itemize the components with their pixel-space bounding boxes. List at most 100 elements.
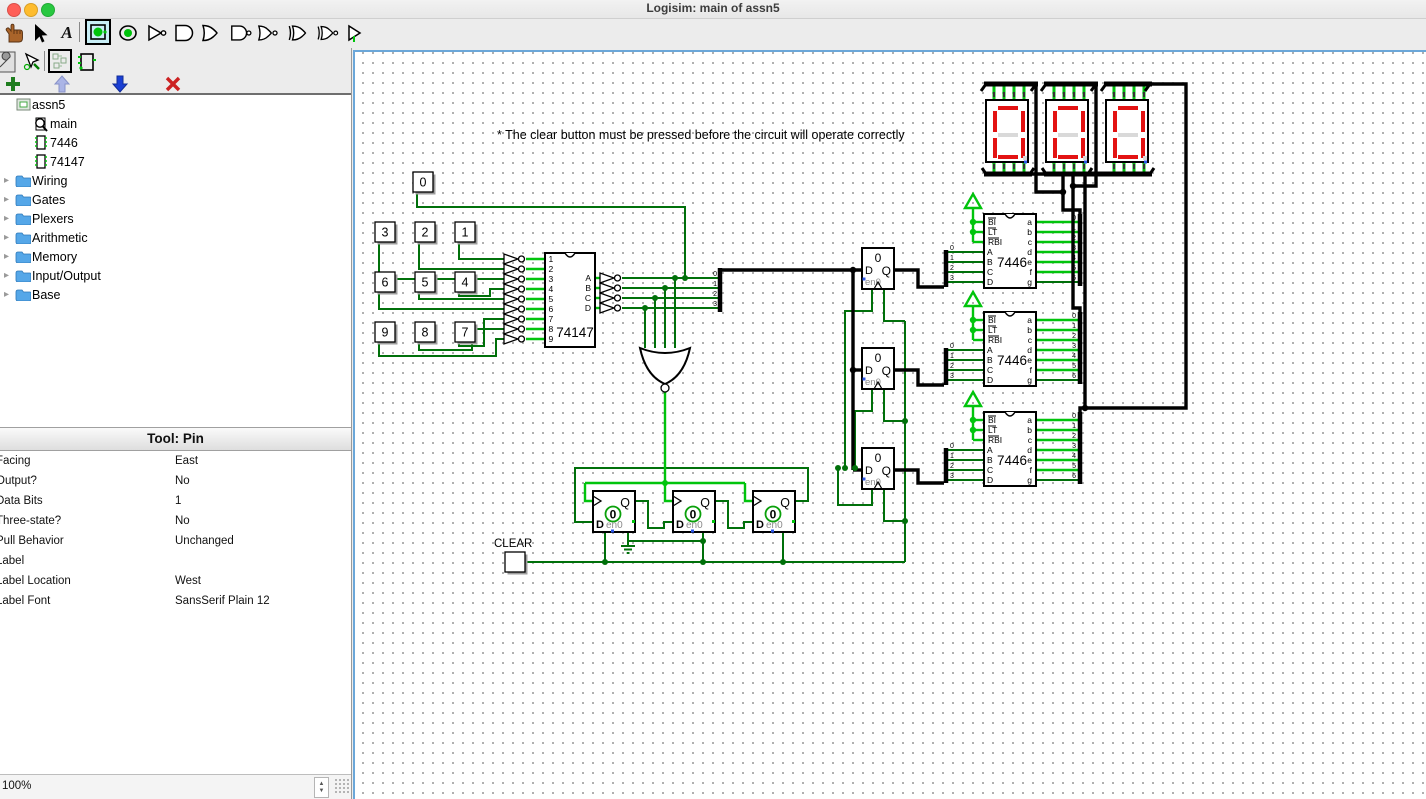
tree-item-project[interactable]: assn5 <box>0 95 351 114</box>
xnor-gate-tool-button[interactable] <box>316 21 340 45</box>
ic-7446-3[interactable]: BI LT RBI A B C D a b c d e f g 7446 <box>983 411 1037 487</box>
svg-text:a: a <box>1027 315 1032 325</box>
tree-item-label: Base <box>32 287 61 302</box>
tree-item-library-plexers[interactable]: ▸ Plexers <box>0 209 351 228</box>
tree-item-library-input-output[interactable]: ▸ Input/Output <box>0 266 351 285</box>
button-9[interactable]: 9 <box>374 321 398 345</box>
nor-gate-tool-button[interactable] <box>257 21 281 45</box>
close-window-button[interactable] <box>7 2 21 17</box>
attribute-value[interactable]: No <box>175 511 190 531</box>
ic-7446-2[interactable]: BI LT RBI A B C D a b c d e f g 7446 <box>983 311 1037 387</box>
edit-tool-button[interactable] <box>28 21 52 45</box>
svg-text:Q: Q <box>700 496 710 510</box>
svg-text:Q: Q <box>780 496 790 510</box>
button-7[interactable]: 7 <box>454 321 478 345</box>
attribute-panel: Tool: Pin Facing East Output? No Data Bi… <box>0 427 351 611</box>
svg-text:A: A <box>987 247 993 257</box>
svg-text:D: D <box>865 365 873 377</box>
button-2[interactable]: 2 <box>414 221 438 245</box>
nand-gate-tool-button[interactable] <box>229 21 253 45</box>
text-tool-button[interactable]: A <box>55 21 79 45</box>
svg-text:d: d <box>1027 247 1032 257</box>
tree-item-label: Plexers <box>32 211 74 226</box>
minimize-window-button[interactable] <box>24 2 38 17</box>
svg-text:1: 1 <box>950 353 954 360</box>
attribute-label: Label Location <box>0 575 71 587</box>
button-1[interactable]: 1 <box>454 221 478 245</box>
chevron-right-icon[interactable]: ▸ <box>4 213 14 224</box>
register-2[interactable]: 0 D Q en0 <box>861 347 895 390</box>
ic-7446-1[interactable]: BI LT RBI A B C D a b c d e f g 7446 <box>983 213 1037 289</box>
button-6[interactable]: 6 <box>374 271 398 295</box>
poke-cursor-icon[interactable] <box>20 50 44 74</box>
svg-text:2: 2 <box>950 463 954 470</box>
button-5[interactable]: 5 <box>414 271 438 295</box>
wrench-icon[interactable] <box>0 50 17 74</box>
resize-grip-icon[interactable] <box>334 778 349 795</box>
subcircuit-icon <box>32 135 50 150</box>
attribute-value[interactable]: No <box>175 471 190 491</box>
tree-item-library-arithmetic[interactable]: ▸ Arithmetic <box>0 228 351 247</box>
ic-label: 7446 <box>997 255 1027 270</box>
tree-item-circuit-74147[interactable]: 74147 <box>0 152 351 171</box>
attribute-value[interactable]: SansSerif Plain 12 <box>175 591 270 611</box>
and-gate-tool-button[interactable] <box>172 21 196 45</box>
poke-tool-button[interactable] <box>2 21 26 45</box>
buffer-tool-button[interactable] <box>344 21 368 45</box>
tree-item-library-memory[interactable]: ▸ Memory <box>0 247 351 266</box>
chevron-right-icon[interactable]: ▸ <box>4 232 14 243</box>
attribute-panel-filler <box>0 609 351 775</box>
input-pin-tool-button-selected[interactable] <box>85 19 111 45</box>
nand-gate-icon <box>231 25 252 41</box>
attribute-value[interactable]: 1 <box>175 491 181 511</box>
ic-74147[interactable]: 1 2 3 4 5 6 7 8 9 A B C D 74147 <box>544 252 596 348</box>
button-3[interactable]: 3 <box>374 221 398 245</box>
svg-text:1: 1 <box>950 255 954 262</box>
chevron-right-icon[interactable]: ▸ <box>4 194 14 205</box>
register-1[interactable]: 0 D Q en0 <box>861 247 895 290</box>
clear-button[interactable]: CLEAR <box>494 538 532 575</box>
svg-text:B: B <box>987 355 993 365</box>
title-bar: Logisim: main of assn5 <box>0 0 1426 19</box>
svg-text:LT: LT <box>988 425 997 435</box>
chevron-right-icon[interactable]: ▸ <box>4 270 14 281</box>
xor-gate-tool-button[interactable] <box>287 21 311 45</box>
flipflop-2[interactable]: Q 0 D en0 <box>672 490 716 533</box>
or-gate-tool-button[interactable] <box>199 21 223 45</box>
svg-text:1: 1 <box>713 281 717 288</box>
tree-item-circuit-7446[interactable]: 7446 <box>0 133 351 152</box>
appearance-view-button[interactable] <box>75 50 99 74</box>
attribute-value[interactable]: West <box>175 571 201 591</box>
chevron-right-icon[interactable]: ▸ <box>4 289 14 300</box>
tree-item-library-gates[interactable]: ▸ Gates <box>0 190 351 209</box>
attribute-value[interactable]: Unchanged <box>175 531 234 551</box>
flipflop-1[interactable]: Q 0 D en0 <box>592 490 636 533</box>
chevron-right-icon[interactable]: ▸ <box>4 175 14 186</box>
svg-text:4: 4 <box>1072 255 1076 262</box>
tree-item-circuit-main[interactable]: main <box>0 114 351 133</box>
tree-item-label: Gates <box>32 192 66 207</box>
flipflop-3[interactable]: Q 0 D en0 <box>752 490 796 533</box>
svg-text:0: 0 <box>950 343 954 350</box>
not-gate-tool-button[interactable] <box>145 21 169 45</box>
circuit-canvas[interactable]: 0 3 2 1 6 5 4 9 8 7 1 2 3 4 5 6 7 8 9 A … <box>353 50 1426 799</box>
tree-item-library-wiring[interactable]: ▸ Wiring <box>0 171 351 190</box>
zoom-value: 100% <box>2 780 32 792</box>
svg-text:6: 6 <box>1072 473 1076 480</box>
tree-item-library-base[interactable]: ▸ Base <box>0 285 351 304</box>
chevron-right-icon[interactable]: ▸ <box>4 251 14 262</box>
svg-text:0: 0 <box>713 271 717 278</box>
maximize-window-button[interactable] <box>41 2 55 17</box>
register-3[interactable]: 0 D Q en0 <box>861 447 895 490</box>
attribute-value[interactable]: East <box>175 451 198 471</box>
nor-gate[interactable] <box>638 346 692 393</box>
tree-item-label: Wiring <box>32 173 68 188</box>
layout-view-button-selected[interactable] <box>48 49 72 73</box>
folder-icon <box>14 213 32 225</box>
button-0[interactable]: 0 <box>412 171 436 195</box>
svg-text:D: D <box>865 465 873 477</box>
output-pin-tool-button[interactable] <box>116 21 140 45</box>
button-8[interactable]: 8 <box>414 321 438 345</box>
zoom-spinner[interactable]: ▲ ▼ <box>314 777 329 798</box>
button-4[interactable]: 4 <box>454 271 478 295</box>
